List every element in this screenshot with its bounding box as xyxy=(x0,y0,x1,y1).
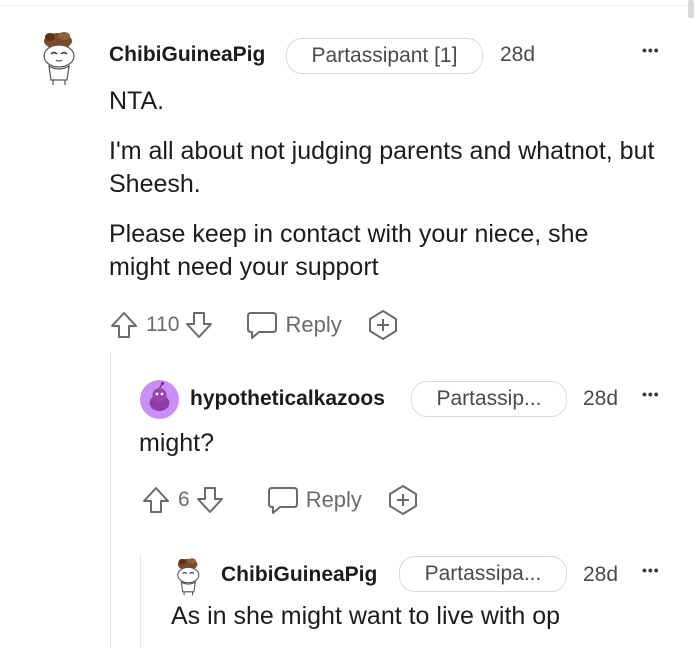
reply-button[interactable]: Reply xyxy=(266,485,362,515)
comment-age: 28d xyxy=(500,43,536,66)
snoo-avatar-icon xyxy=(149,381,170,411)
more-options-icon[interactable]: ••• xyxy=(642,42,660,58)
vote-count: 6 xyxy=(178,488,190,511)
reply-label: Reply xyxy=(305,487,362,512)
username[interactable]: ChibiGuineaPig xyxy=(109,43,265,67)
arrow-down-icon[interactable] xyxy=(194,484,226,516)
comment: ChibiGuineaPig Partassipa... 28d ••• As … xyxy=(0,548,700,648)
vote-bar: 6 Reply xyxy=(140,483,420,517)
avatar[interactable] xyxy=(172,554,206,596)
vote-count: 110 xyxy=(146,313,180,336)
speech-bubble-icon xyxy=(247,312,278,339)
speech-bubble-icon xyxy=(267,487,298,514)
user-flair: Partassip... xyxy=(411,381,567,417)
user-flair: Partassipa... xyxy=(399,556,567,592)
comment-paragraph: NTA. xyxy=(109,87,165,115)
more-options-icon[interactable]: ••• xyxy=(642,386,660,402)
plus-award-icon[interactable] xyxy=(386,483,420,517)
avatar[interactable] xyxy=(36,26,84,86)
arrow-up-icon[interactable] xyxy=(108,309,140,341)
guinea-pig-avatar-icon xyxy=(43,32,75,85)
plus-award-icon[interactable] xyxy=(366,308,400,342)
username[interactable]: hypotheticalkazoos xyxy=(190,387,385,411)
avatar[interactable] xyxy=(140,380,179,419)
comment-paragraph: Please keep in contact with your niece, … xyxy=(109,220,589,281)
comment-age: 28d xyxy=(583,387,619,410)
reply-label: Reply xyxy=(285,312,342,337)
comment-age: 28d xyxy=(583,563,619,586)
comment: ChibiGuineaPig Partassipant [1] 28d ••• … xyxy=(0,0,700,352)
user-flair: Partassipant [1] xyxy=(286,38,483,74)
comment-paragraph: I'm all about not judging parents and wh… xyxy=(109,137,655,198)
username[interactable]: ChibiGuineaPig xyxy=(221,563,377,587)
arrow-down-icon[interactable] xyxy=(183,309,215,341)
more-options-icon[interactable]: ••• xyxy=(642,562,660,578)
vote-bar: 110 Reply xyxy=(108,308,400,342)
reply-button[interactable]: Reply xyxy=(245,310,342,340)
comment-paragraph: As in she might want to live with op xyxy=(171,602,561,630)
comment-paragraph: might? xyxy=(139,429,215,457)
comment: hypotheticalkazoos Partassip... 28d ••• … xyxy=(0,370,700,550)
guinea-pig-avatar-icon xyxy=(177,558,200,596)
arrow-up-icon[interactable] xyxy=(140,484,172,516)
